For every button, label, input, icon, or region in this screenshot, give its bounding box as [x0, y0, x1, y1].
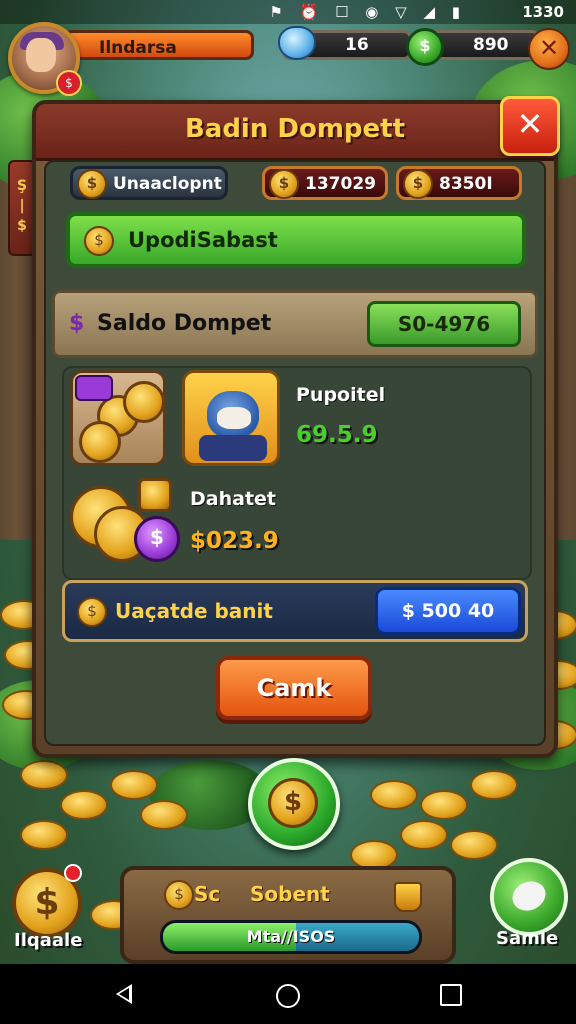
level-badge: $: [56, 70, 82, 96]
item-name: Pupoitel: [296, 384, 386, 406]
player-name-bar[interactable]: Ilndarsa: [64, 30, 254, 60]
coin-pile: [60, 790, 108, 820]
status-icons: ⚑ ⏰ ☐ ◉ ▽ ◢ ▮: [269, 3, 466, 21]
dialog-close-button[interactable]: ✕: [500, 96, 560, 156]
home-icon[interactable]: [276, 984, 300, 1008]
coin-bundle-tile[interactable]: [70, 370, 166, 466]
coin-pile: [400, 820, 448, 850]
upgrade-label: UpodiSabast: [128, 228, 278, 252]
coin-icon: $: [164, 880, 194, 910]
sample-label: Samle: [496, 928, 559, 949]
coin-icon: $: [403, 169, 433, 199]
currency-selector[interactable]: $ Unaaclopnt: [70, 166, 228, 200]
collect-coin-button[interactable]: $: [248, 758, 340, 850]
player-name: Ilndarsa: [99, 38, 177, 58]
cash-value: 890: [473, 35, 509, 55]
avatar-face: [26, 38, 56, 72]
character-body: [199, 435, 267, 461]
coin-pile: [110, 770, 158, 800]
item-name: Dahatet: [190, 488, 276, 510]
dollar-icon: $: [69, 311, 85, 336]
balance-row: $ Saldo Dompet S0-4976: [52, 290, 538, 358]
coin-pile: [20, 760, 68, 790]
trophy-icon: [394, 882, 422, 912]
coin-pile: [140, 800, 188, 830]
coins-shop-label: Ilqaale: [14, 930, 83, 951]
coin-icon: $: [269, 169, 299, 199]
stat-pill: $8350I: [396, 166, 522, 200]
recent-apps-icon[interactable]: [440, 984, 462, 1006]
notification-dot: [64, 864, 82, 882]
bank-row: $ Uaçatde banit $ 500 40: [62, 580, 528, 642]
back-icon[interactable]: [116, 984, 132, 1004]
navigation-bar: [0, 964, 576, 1024]
bottom-header: $ Sc Sobent: [160, 878, 422, 912]
bottom-title: Sobent: [250, 882, 330, 906]
coin-pile: [420, 790, 468, 820]
coin-icon: $: [77, 169, 107, 199]
coin-pile: [20, 820, 68, 850]
upgrade-bar[interactable]: $ UpodiSabast: [66, 212, 526, 268]
gem-tag-icon: [75, 375, 113, 401]
progress-text: Mta//ISOS: [246, 927, 336, 946]
coin-icon: [138, 478, 172, 512]
items-box: Pupoitel 69.5.9 $ Dahatet $023.9: [62, 366, 532, 580]
clock: 1330: [522, 3, 564, 21]
player-avatar[interactable]: $: [8, 22, 82, 96]
item-value: $023.9: [190, 528, 279, 554]
coin-icon: $: [84, 226, 114, 256]
cat-face: [217, 407, 251, 429]
stat-pill: $137029: [262, 166, 388, 200]
cash-icon: $: [406, 28, 444, 66]
balance-label: Saldo Dompet: [97, 311, 272, 336]
progress-bar: Mta//ISOS: [160, 920, 422, 954]
stat-value: 8350I: [439, 174, 493, 194]
bank-value-button[interactable]: $ 500 40: [375, 587, 521, 635]
coin-icon: $: [77, 597, 107, 627]
sample-button[interactable]: [490, 858, 568, 936]
coin-icon: $: [268, 778, 318, 828]
currency-label: Unaaclopnt: [113, 174, 222, 194]
bank-label: Uaçatde banit: [115, 599, 273, 623]
coin-pile: [370, 780, 418, 810]
purple-coin-icon: $: [134, 516, 180, 562]
dialog-title: Badin Dompett: [184, 114, 406, 144]
character-tile[interactable]: [182, 370, 280, 466]
feather-icon: [507, 876, 551, 916]
coin-pile: [470, 770, 518, 800]
close-icon[interactable]: ✕: [528, 28, 570, 70]
dialog-title-bar: Badin Dompett: [36, 104, 554, 161]
item-value: 69.5.9: [296, 422, 378, 448]
gem-icon: [278, 26, 316, 60]
bottom-panel: $ Sc Sobent Mta//ISOS: [120, 866, 456, 964]
bottom-prefix: Sc: [194, 882, 221, 906]
balance-value: S0-4976: [367, 301, 521, 347]
stat-value: 137029: [305, 174, 376, 194]
confirm-button[interactable]: Camk: [216, 656, 372, 720]
gems-value: 16: [345, 35, 369, 55]
wallet-dialog: Badin Dompett ✕ $ Unaaclopnt $137029 $835…: [32, 96, 560, 758]
coin-icon: [79, 421, 121, 463]
coin-pile: [450, 830, 498, 860]
coin-icon: [123, 381, 165, 423]
status-bar: ⚑ ⏰ ☐ ◉ ▽ ◢ ▮ 1330: [0, 0, 576, 24]
